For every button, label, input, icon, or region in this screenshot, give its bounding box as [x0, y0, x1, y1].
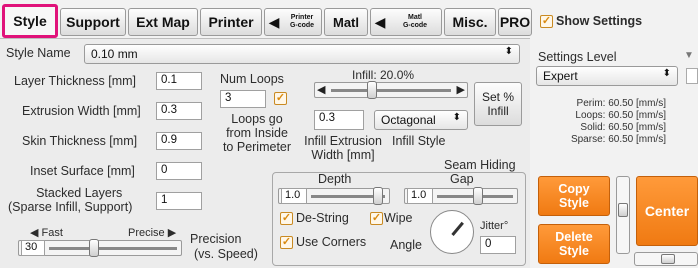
wipe-checkbox[interactable]: ✓: [370, 212, 383, 225]
infill-style-label: Infill Style: [392, 134, 446, 148]
updown-icon: ⬍: [452, 112, 461, 123]
stacked-layers-label: Stacked Layers (Sparse Infill, Support): [8, 186, 133, 214]
right-arrow-icon[interactable]: ▶: [457, 83, 465, 96]
style-name-select[interactable]: 0.10 mm ⬍: [84, 44, 520, 64]
angle-dial[interactable]: [430, 210, 474, 254]
infill-slider-thumb[interactable]: [367, 81, 377, 99]
tab-pro-label: PRO: [499, 14, 531, 30]
tab-printer-label: Printer: [208, 14, 254, 30]
skin-thickness-input[interactable]: 0.9: [156, 132, 202, 150]
layer-thickness-input[interactable]: 0.1: [156, 72, 202, 90]
show-settings-checkbox[interactable]: ✓: [540, 15, 553, 28]
perim-speed: Perim: 60.50 [mm/s]: [576, 98, 666, 109]
tab-ext-map[interactable]: Ext Map: [128, 8, 198, 36]
gap-slider-thumb[interactable]: [473, 187, 483, 205]
tab-ext-map-label: Ext Map: [136, 14, 190, 30]
infill-title: Infill: 20.0%: [352, 68, 415, 82]
solid-speed: Solid: 60.50 [mm/s]: [580, 122, 666, 133]
precision-value: 30: [21, 240, 45, 256]
style-name-value: 0.10 mm: [91, 47, 138, 61]
loops-speed: Loops: 60.50 [mm/s]: [575, 110, 666, 121]
seam-hiding-title: Seam Hiding: [444, 158, 516, 172]
infill-slider[interactable]: ◀ ▶: [314, 81, 468, 99]
depth-label: Depth: [318, 172, 352, 186]
copy-style-button[interactable]: Copy Style: [538, 176, 610, 216]
settings-level-label: Settings Level: [538, 50, 617, 64]
updown-icon: ⬍: [504, 46, 513, 57]
right-arrow-icon: ▶: [164, 227, 177, 239]
scroll-handle[interactable]: [686, 68, 698, 84]
dial-needle-icon: [451, 221, 464, 236]
precision-slider[interactable]: 30: [18, 239, 182, 257]
tab-misc-label: Misc.: [452, 14, 488, 30]
precision-fast-label: ◀ Fast: [30, 227, 63, 239]
vertical-slider[interactable]: [616, 176, 630, 254]
precision-slider-thumb[interactable]: [89, 239, 99, 257]
tab-misc[interactable]: Misc.: [444, 8, 496, 36]
tab-matl-gcode-label: Matl G-code: [402, 14, 428, 29]
tab-printer[interactable]: Printer: [200, 8, 262, 36]
show-settings-label: Show Settings: [556, 14, 643, 28]
horizontal-slider-thumb[interactable]: [661, 254, 675, 264]
tab-support-label: Support: [66, 14, 120, 30]
tab-matl-label: Matl: [333, 14, 359, 30]
extrusion-width-input[interactable]: 0.3: [156, 102, 202, 120]
inset-surface-label: Inset Surface [mm]: [30, 164, 135, 178]
horizontal-slider[interactable]: [634, 252, 698, 266]
tab-style[interactable]: Style: [2, 4, 58, 38]
destring-checkbox[interactable]: ✓: [280, 212, 293, 225]
infill-style-value: Octagonal: [381, 113, 436, 127]
jitter-input[interactable]: 0: [480, 236, 516, 254]
num-loops-input[interactable]: 3: [220, 90, 266, 108]
layer-thickness-label: Layer Thickness [mm]: [14, 74, 137, 88]
gap-slider[interactable]: 1.0: [404, 187, 518, 205]
precision-label: Precision (vs. Speed): [190, 232, 258, 261]
num-loops-label: Num Loops: [220, 72, 284, 86]
infill-style-select[interactable]: Octagonal ⬍: [374, 110, 468, 130]
loops-direction-label: Loops go from Inside to Perimeter: [222, 112, 292, 154]
depth-slider-thumb[interactable]: [373, 187, 383, 205]
center-button[interactable]: Center: [636, 176, 698, 246]
updown-icon: ⬍: [662, 68, 671, 79]
settings-level-select[interactable]: Expert ⬍: [536, 66, 678, 86]
tab-matl[interactable]: Matl: [324, 8, 368, 36]
stacked-layers-input[interactable]: 1: [156, 192, 202, 210]
left-arrow-icon: ◀: [374, 13, 386, 30]
style-name-label: Style Name: [6, 46, 71, 60]
wipe-label: Wipe: [384, 211, 413, 225]
inset-surface-input[interactable]: 0: [156, 162, 202, 180]
loops-inside-checkbox[interactable]: ✓: [274, 92, 287, 105]
tab-printer-gcode-label: Printer G-code: [289, 14, 315, 29]
infill-extrusion-width-label: Infill Extrusion Width [mm]: [304, 134, 382, 162]
jitter-label: Jitter°: [480, 220, 509, 232]
gap-value: 1.0: [407, 188, 433, 204]
precision-precise-label: Precise ▶: [128, 227, 177, 239]
depth-value: 1.0: [281, 188, 307, 204]
left-arrow-icon: ◀: [268, 13, 280, 30]
tab-pro[interactable]: PRO: [498, 8, 532, 36]
set-infill-button[interactable]: Set % Infill: [474, 82, 522, 126]
delete-style-button[interactable]: Delete Style: [538, 224, 610, 264]
settings-level-value: Expert: [543, 69, 578, 83]
depth-slider[interactable]: 1.0: [278, 187, 390, 205]
use-corners-checkbox[interactable]: ✓: [280, 236, 293, 249]
gap-label: Gap: [450, 172, 474, 186]
extrusion-width-label: Extrusion Width [mm]: [22, 104, 141, 118]
infill-extrusion-width-input[interactable]: 0.3: [314, 110, 364, 130]
destring-label: De-String: [296, 211, 349, 225]
dropdown-arrow-icon: ▼: [684, 50, 694, 61]
tab-style-label: Style: [13, 13, 47, 29]
tab-matl-gcode[interactable]: ◀ Matl G-code: [370, 8, 442, 36]
left-arrow-icon[interactable]: ◀: [317, 83, 325, 96]
use-corners-label: Use Corners: [296, 235, 367, 249]
tab-printer-gcode[interactable]: ◀ Printer G-code: [264, 8, 322, 36]
tab-support[interactable]: Support: [60, 8, 126, 36]
angle-label: Angle: [390, 238, 422, 252]
sparse-speed: Sparse: 60.50 [mm/s]: [570, 134, 666, 145]
vertical-slider-thumb[interactable]: [618, 203, 628, 217]
speed-summary: Perim: 60.50 [mm/s] Loops: 60.50 [mm/s] …: [540, 98, 666, 146]
left-arrow-icon: ◀: [30, 227, 42, 239]
skin-thickness-label: Skin Thickness [mm]: [22, 134, 138, 148]
